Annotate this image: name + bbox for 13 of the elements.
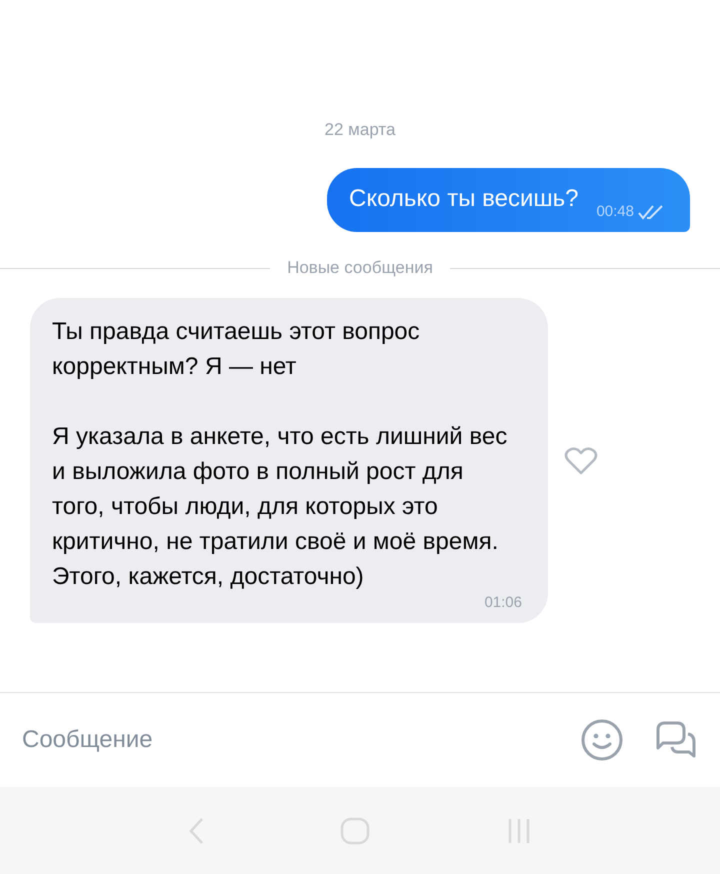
back-icon[interactable] bbox=[187, 816, 205, 846]
message-time: 00:48 bbox=[596, 203, 634, 220]
date-label: 22 марта bbox=[324, 120, 396, 140]
message-time: 01:06 bbox=[484, 594, 522, 611]
message-text: Ты правда считаешь этот вопрос корректным? Я — нет bbox=[52, 317, 421, 382]
message-input[interactable]: Сообщение bbox=[22, 720, 550, 760]
message-text: Я указала в анкете, что есть лишний вес и выложила фото в полный рост для того, чтобы люди, для которых это критично, не тратили своё и моё время. Этого, кажется, достаточно) bbox=[52, 422, 508, 592]
message-text: Сколько ты весишь? bbox=[348, 184, 578, 214]
home-icon[interactable] bbox=[339, 816, 371, 846]
chat-bubbles-icon[interactable] bbox=[654, 720, 698, 760]
new-messages-label: Новые сообщения bbox=[286, 258, 434, 278]
smiley-icon[interactable] bbox=[580, 718, 624, 762]
heart-icon[interactable] bbox=[564, 446, 598, 476]
